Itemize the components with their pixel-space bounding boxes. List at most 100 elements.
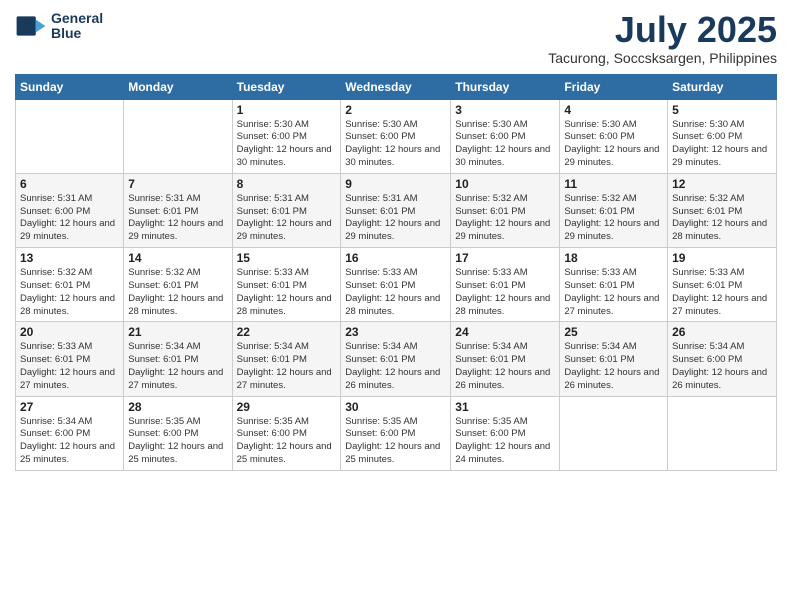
day-number: 2	[345, 103, 446, 117]
calendar-cell: 22 Sunrise: 5:34 AMSunset: 6:01 PMDayligh…	[232, 322, 341, 396]
calendar-cell: 14 Sunrise: 5:32 AMSunset: 6:01 PMDayligh…	[124, 248, 232, 322]
title-block: July 2025 Tacurong, Soccsksargen, Philip…	[548, 10, 777, 66]
calendar-cell: 25 Sunrise: 5:34 AMSunset: 6:01 PMDayligh…	[560, 322, 668, 396]
day-number: 31	[455, 400, 555, 414]
day-number: 1	[237, 103, 337, 117]
day-of-week-header: Wednesday	[341, 74, 451, 99]
day-of-week-header: Sunday	[16, 74, 124, 99]
calendar-cell: 10 Sunrise: 5:32 AMSunset: 6:01 PMDayligh…	[451, 173, 560, 247]
day-number: 20	[20, 325, 119, 339]
day-number: 7	[128, 177, 227, 191]
day-info: Sunrise: 5:34 AMSunset: 6:01 PMDaylight:…	[345, 341, 446, 392]
calendar-cell: 4 Sunrise: 5:30 AMSunset: 6:00 PMDaylight…	[560, 99, 668, 173]
calendar-week-row: 1 Sunrise: 5:30 AMSunset: 6:00 PMDaylight…	[16, 99, 777, 173]
day-info: Sunrise: 5:32 AMSunset: 6:01 PMDaylight:…	[20, 267, 119, 318]
day-number: 17	[455, 251, 555, 265]
calendar-cell: 6Sunrise: 5:31 AMSunset: 6:00 PMDaylight…	[16, 173, 124, 247]
day-info: Sunrise: 5:30 AMSunset: 6:00 PMDaylight:…	[455, 119, 555, 170]
day-info: Sunrise: 5:31 AMSunset: 6:01 PMDaylight:…	[237, 193, 337, 244]
day-number: 10	[455, 177, 555, 191]
day-info: Sunrise: 5:33 AMSunset: 6:01 PMDaylight:…	[564, 267, 663, 318]
month-title: July 2025	[548, 10, 777, 50]
day-number: 29	[237, 400, 337, 414]
day-info: Sunrise: 5:34 AMSunset: 6:01 PMDaylight:…	[128, 341, 227, 392]
calendar-cell: 12 Sunrise: 5:32 AMSunset: 6:01 PMDayligh…	[668, 173, 777, 247]
calendar-cell: 5 Sunrise: 5:30 AMSunset: 6:00 PMDaylight…	[668, 99, 777, 173]
day-info: Sunrise: 5:30 AMSunset: 6:00 PMDaylight:…	[672, 119, 772, 170]
calendar-cell: 28Sunrise: 5:35 AMSunset: 6:00 PMDayligh…	[124, 396, 232, 470]
day-info: Sunrise: 5:34 AMSunset: 6:01 PMDaylight:…	[455, 341, 555, 392]
calendar-cell: 31 Sunrise: 5:35 AMSunset: 6:00 PMDayligh…	[451, 396, 560, 470]
day-number: 16	[345, 251, 446, 265]
day-info: Sunrise: 5:35 AMSunset: 6:00 PMDaylight:…	[345, 416, 446, 467]
calendar-cell: 11 Sunrise: 5:32 AMSunset: 6:01 PMDayligh…	[560, 173, 668, 247]
day-of-week-header: Thursday	[451, 74, 560, 99]
calendar-cell: 7 Sunrise: 5:31 AMSunset: 6:01 PMDaylight…	[124, 173, 232, 247]
calendar-week-row: 27Sunrise: 5:34 AMSunset: 6:00 PMDayligh…	[16, 396, 777, 470]
calendar-cell: 30 Sunrise: 5:35 AMSunset: 6:00 PMDayligh…	[341, 396, 451, 470]
calendar-cell: 13Sunrise: 5:32 AMSunset: 6:01 PMDayligh…	[16, 248, 124, 322]
calendar-cell: 3Sunrise: 5:30 AMSunset: 6:00 PMDaylight…	[451, 99, 560, 173]
day-info: Sunrise: 5:31 AMSunset: 6:00 PMDaylight:…	[20, 193, 119, 244]
logo-text: General Blue	[51, 11, 103, 42]
day-info: Sunrise: 5:30 AMSunset: 6:00 PMDaylight:…	[564, 119, 663, 170]
calendar-cell	[124, 99, 232, 173]
calendar-cell: 24 Sunrise: 5:34 AMSunset: 6:01 PMDayligh…	[451, 322, 560, 396]
day-info: Sunrise: 5:34 AMSunset: 6:00 PMDaylight:…	[672, 341, 772, 392]
day-info: Sunrise: 5:33 AMSunset: 6:01 PMDaylight:…	[345, 267, 446, 318]
day-info: Sunrise: 5:34 AMSunset: 6:01 PMDaylight:…	[237, 341, 337, 392]
day-number: 21	[128, 325, 227, 339]
day-info: Sunrise: 5:32 AMSunset: 6:01 PMDaylight:…	[455, 193, 555, 244]
day-info: Sunrise: 5:33 AMSunset: 6:01 PMDaylight:…	[672, 267, 772, 318]
day-number: 15	[237, 251, 337, 265]
day-number: 23	[345, 325, 446, 339]
day-info: Sunrise: 5:32 AMSunset: 6:01 PMDaylight:…	[564, 193, 663, 244]
day-number: 19	[672, 251, 772, 265]
day-info: Sunrise: 5:31 AMSunset: 6:01 PMDaylight:…	[345, 193, 446, 244]
calendar-cell	[16, 99, 124, 173]
day-info: Sunrise: 5:32 AMSunset: 6:01 PMDaylight:…	[128, 267, 227, 318]
day-number: 12	[672, 177, 772, 191]
day-number: 14	[128, 251, 227, 265]
day-of-week-header: Saturday	[668, 74, 777, 99]
calendar-cell: 19 Sunrise: 5:33 AMSunset: 6:01 PMDayligh…	[668, 248, 777, 322]
calendar-header-row: SundayMondayTuesdayWednesdayThursdayFrid…	[16, 74, 777, 99]
calendar-week-row: 6Sunrise: 5:31 AMSunset: 6:00 PMDaylight…	[16, 173, 777, 247]
calendar-cell: 2 Sunrise: 5:30 AMSunset: 6:00 PMDaylight…	[341, 99, 451, 173]
day-info: Sunrise: 5:33 AMSunset: 6:01 PMDaylight:…	[237, 267, 337, 318]
day-info: Sunrise: 5:31 AMSunset: 6:01 PMDaylight:…	[128, 193, 227, 244]
day-info: Sunrise: 5:33 AMSunset: 6:01 PMDaylight:…	[20, 341, 119, 392]
day-info: Sunrise: 5:30 AMSunset: 6:00 PMDaylight:…	[345, 119, 446, 170]
calendar-cell	[668, 396, 777, 470]
day-number: 22	[237, 325, 337, 339]
day-number: 11	[564, 177, 663, 191]
day-number: 30	[345, 400, 446, 414]
day-info: Sunrise: 5:32 AMSunset: 6:01 PMDaylight:…	[672, 193, 772, 244]
calendar-cell: 21 Sunrise: 5:34 AMSunset: 6:01 PMDayligh…	[124, 322, 232, 396]
day-number: 24	[455, 325, 555, 339]
day-info: Sunrise: 5:35 AMSunset: 6:00 PMDaylight:…	[455, 416, 555, 467]
day-number: 5	[672, 103, 772, 117]
day-info: Sunrise: 5:34 AMSunset: 6:00 PMDaylight:…	[20, 416, 119, 467]
logo-icon	[15, 10, 47, 42]
calendar-table: SundayMondayTuesdayWednesdayThursdayFrid…	[15, 74, 777, 471]
day-info: Sunrise: 5:34 AMSunset: 6:01 PMDaylight:…	[564, 341, 663, 392]
calendar-cell: 18 Sunrise: 5:33 AMSunset: 6:01 PMDayligh…	[560, 248, 668, 322]
calendar-cell: 29Sunrise: 5:35 AMSunset: 6:00 PMDayligh…	[232, 396, 341, 470]
calendar-cell: 20 Sunrise: 5:33 AMSunset: 6:01 PMDayligh…	[16, 322, 124, 396]
calendar-cell: 1 Sunrise: 5:30 AMSunset: 6:00 PMDaylight…	[232, 99, 341, 173]
day-of-week-header: Friday	[560, 74, 668, 99]
day-number: 9	[345, 177, 446, 191]
day-info: Sunrise: 5:35 AMSunset: 6:00 PMDaylight:…	[128, 416, 227, 467]
day-number: 25	[564, 325, 663, 339]
calendar-cell	[560, 396, 668, 470]
day-number: 26	[672, 325, 772, 339]
calendar-cell: 27Sunrise: 5:34 AMSunset: 6:00 PMDayligh…	[16, 396, 124, 470]
calendar-week-row: 13Sunrise: 5:32 AMSunset: 6:01 PMDayligh…	[16, 248, 777, 322]
calendar-cell: 26 Sunrise: 5:34 AMSunset: 6:00 PMDayligh…	[668, 322, 777, 396]
day-info: Sunrise: 5:33 AMSunset: 6:01 PMDaylight:…	[455, 267, 555, 318]
day-number: 4	[564, 103, 663, 117]
day-of-week-header: Monday	[124, 74, 232, 99]
day-info: Sunrise: 5:30 AMSunset: 6:00 PMDaylight:…	[237, 119, 337, 170]
day-number: 18	[564, 251, 663, 265]
